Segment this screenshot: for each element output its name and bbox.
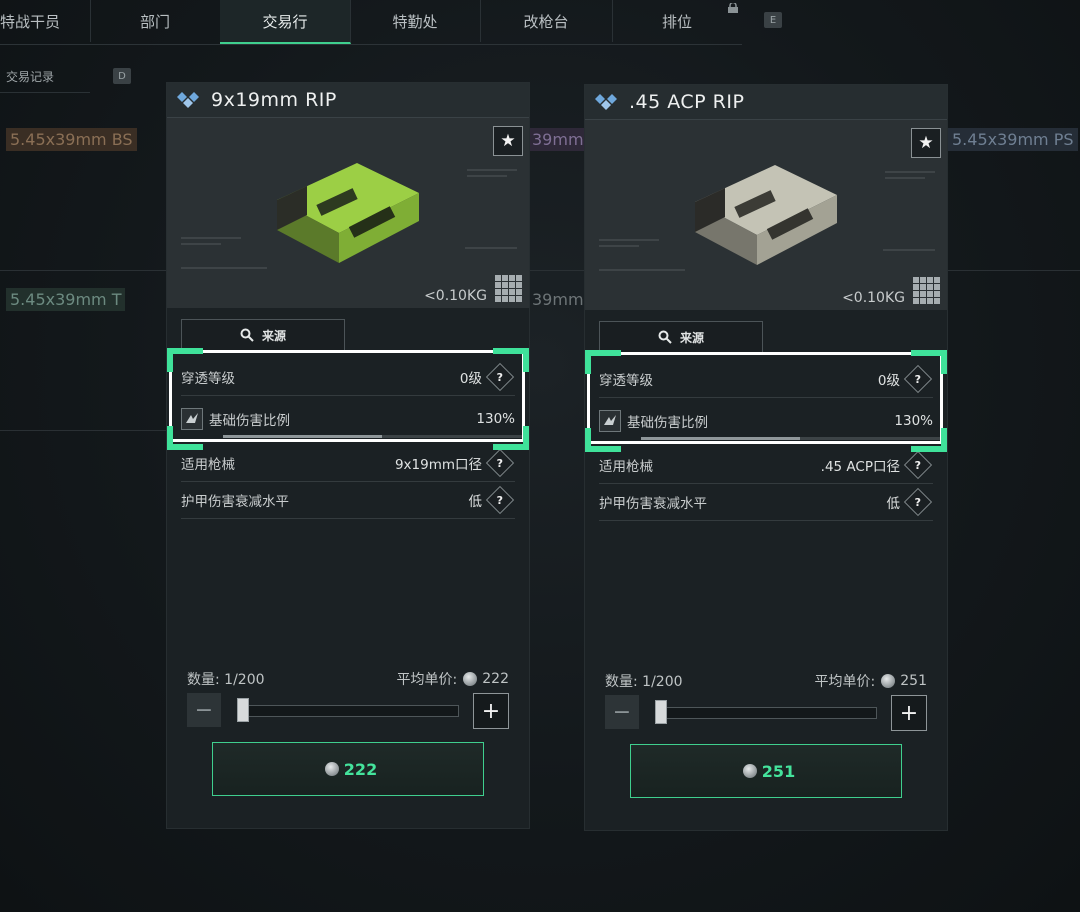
stat-compatible-weapons: 适用枪械 9x19mm口径 ?: [181, 445, 515, 482]
decrease-quantity-button[interactable]: −: [187, 693, 221, 727]
item-preview: ★ <0.10KG: [585, 120, 947, 310]
highlight-corner: [167, 426, 203, 450]
stat-value: 低: [468, 494, 483, 510]
buy-price: 222: [343, 759, 378, 779]
bg-item-mid-2[interactable]: 39mm: [528, 288, 588, 311]
help-icon[interactable]: ?: [485, 485, 515, 515]
inventory-grid-icon: [913, 277, 940, 304]
stat-label: 护甲伤害衰减水平: [181, 494, 289, 510]
buy-button[interactable]: 222: [212, 742, 484, 796]
item-weight: <0.10KG: [424, 288, 487, 304]
favorite-star-button[interactable]: ★: [493, 126, 523, 156]
bg-item-t[interactable]: 5.45x39mm T: [6, 288, 126, 311]
key-hint-e: E: [764, 12, 782, 28]
increase-quantity-button[interactable]: +: [473, 693, 509, 729]
help-icon[interactable]: ?: [485, 448, 515, 478]
search-icon: [658, 330, 672, 344]
highlight-corner: [493, 426, 529, 450]
quantity-slider-thumb[interactable]: [237, 698, 249, 722]
favorite-star-button[interactable]: ★: [911, 128, 941, 158]
rarity-icon: [593, 92, 621, 112]
avg-price-label: 平均单价:: [814, 674, 876, 690]
decrease-quantity-button[interactable]: −: [605, 695, 639, 729]
item-preview: ★ <0.10KG: [167, 118, 529, 308]
tab-trading[interactable]: 交易行: [220, 0, 351, 44]
tab-ranked[interactable]: 排位: [612, 0, 742, 42]
tab-gunsmith[interactable]: 改枪台: [480, 0, 613, 42]
tab-special-ops[interactable]: 特勤处: [350, 0, 481, 42]
top-nav: 特战干员 部门 交易行 特勤处 改枪台 排位: [0, 0, 742, 45]
buy-button[interactable]: 251: [630, 744, 902, 798]
card-header: 9x19mm RIP: [167, 83, 529, 118]
quantity-slider-thumb[interactable]: [655, 700, 667, 724]
lock-icon: [728, 3, 738, 13]
coin-icon: [742, 764, 757, 778]
help-icon[interactable]: ?: [903, 450, 933, 480]
quantity-slider[interactable]: [655, 707, 877, 719]
ammo-box-image: [181, 163, 517, 269]
search-icon: [240, 328, 254, 342]
average-price: 平均单价: 222: [397, 669, 509, 689]
card-header: .45 ACP RIP: [585, 85, 947, 120]
item-card-9x19: 9x19mm RIP ★ <0.10KG 来源 穿透等级 0级 ? 基础伤害比例…: [166, 82, 530, 829]
avg-price-value: 251: [900, 673, 927, 689]
stat-label: 适用枪械: [181, 457, 235, 473]
highlight-corner: [585, 428, 621, 452]
source-button[interactable]: 来源: [181, 319, 345, 351]
inventory-grid-icon: [495, 275, 522, 302]
highlight-frame: [169, 350, 525, 442]
trade-history-label: 交易记录: [6, 69, 55, 84]
quantity-row: 数量: 1/200 平均单价: 222: [187, 669, 509, 689]
source-label: 来源: [679, 330, 704, 345]
item-weight: <0.10KG: [842, 290, 905, 306]
coin-icon: [463, 672, 478, 686]
highlight-corner: [493, 348, 529, 372]
average-price: 平均单价: 251: [815, 671, 927, 691]
stat-value: 低: [886, 496, 901, 512]
key-hint-d: D: [113, 68, 131, 84]
stat-value: .45 ACP口径: [820, 459, 900, 475]
quantity-slider[interactable]: [237, 705, 459, 717]
stat-value: 9x19mm口径: [394, 457, 482, 473]
highlight-corner: [167, 348, 203, 372]
avg-price-label: 平均单价:: [396, 672, 458, 688]
highlight-corner: [585, 350, 621, 374]
quantity-label: 数量: 1/200: [605, 674, 683, 690]
bg-item-bs[interactable]: 5.45x39mm BS: [6, 128, 137, 151]
stat-armor-damage: 护甲伤害衰减水平 低 ?: [181, 482, 515, 519]
highlight-frame: [587, 352, 943, 444]
trade-history-button[interactable]: 交易记录: [0, 60, 90, 93]
card-title: .45 ACP RIP: [629, 91, 745, 113]
rarity-icon: [175, 90, 203, 110]
stat-compatible-weapons: 适用枪械 .45 ACP口径 ?: [599, 447, 933, 484]
stat-label: 护甲伤害衰减水平: [599, 496, 707, 512]
help-icon[interactable]: ?: [903, 487, 933, 517]
coin-icon: [324, 762, 339, 776]
stat-armor-damage: 护甲伤害衰减水平 低 ?: [599, 484, 933, 521]
ammo-box-image: [599, 165, 935, 271]
bg-item-mid[interactable]: 39mm: [528, 128, 588, 151]
avg-price-value: 222: [482, 671, 509, 687]
increase-quantity-button[interactable]: +: [891, 695, 927, 731]
source-label: 来源: [261, 328, 286, 343]
coin-icon: [881, 674, 896, 688]
source-button[interactable]: 来源: [599, 321, 763, 353]
quantity-row: 数量: 1/200 平均单价: 251: [605, 671, 927, 691]
bg-item-ps[interactable]: 5.45x39mm PS: [948, 128, 1078, 151]
buy-price: 251: [761, 761, 796, 781]
item-card-45acp: .45 ACP RIP ★ <0.10KG 来源 穿透等级 0级 ? 基础伤害比…: [584, 84, 948, 831]
quantity-label: 数量: 1/200: [187, 672, 265, 688]
stat-label: 适用枪械: [599, 459, 653, 475]
highlight-corner: [911, 428, 947, 452]
tab-operators[interactable]: 特战干员: [0, 0, 91, 42]
card-title: 9x19mm RIP: [211, 89, 337, 111]
tab-department[interactable]: 部门: [90, 0, 221, 42]
highlight-corner: [911, 350, 947, 374]
